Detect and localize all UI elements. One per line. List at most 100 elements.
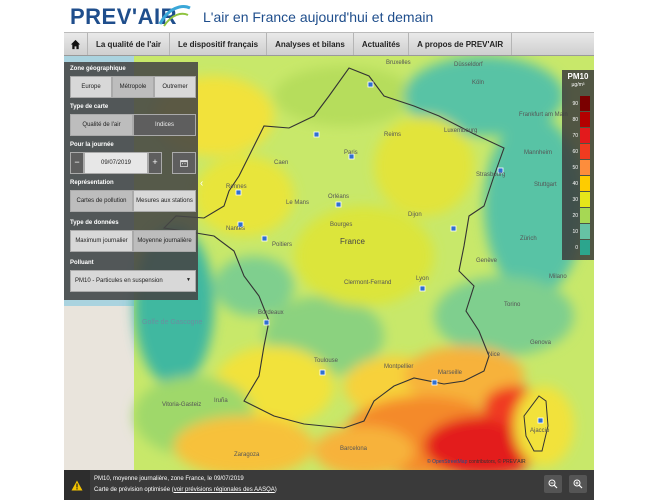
map-type-title: Type de carte <box>70 104 109 110</box>
legend-swatch <box>580 96 590 111</box>
chevron-down-icon: ▼ <box>186 277 191 284</box>
osm-link[interactable]: © OpenStreetMap <box>427 459 467 465</box>
pollutant-select[interactable]: PM10 - Particules en suspension ▼ <box>70 270 196 292</box>
legend-label: 40 <box>572 181 578 187</box>
legend-label: 0 <box>575 245 578 251</box>
legend-label: 60 <box>572 149 578 155</box>
zone-metropole-button[interactable]: Métropole <box>112 76 154 98</box>
nav-quality[interactable]: La qualité de l'air <box>88 33 171 55</box>
pollutant-title: Polluant <box>70 260 94 266</box>
map-label: Bourges <box>330 222 352 228</box>
logo-swoosh-icon <box>158 5 191 27</box>
zoom-out-icon <box>548 479 558 489</box>
map-label: Toulouse <box>314 358 339 364</box>
attribution-text: contributors, © PREV'AIR <box>467 459 526 465</box>
map-label: Poitiers <box>272 242 292 248</box>
info-bar: PM10, moyenne journalière, zone France, … <box>64 470 594 500</box>
control-panel: Zone géographique Europe Métropole Outre… <box>64 62 198 300</box>
data-type-mean-button[interactable]: Moyenne journalière <box>133 230 196 252</box>
map-label: Genova <box>530 340 552 346</box>
map-label: Rennes <box>226 184 247 190</box>
map-label: Bordeaux <box>258 310 284 316</box>
panel-collapse-button[interactable]: ‹ <box>200 178 203 189</box>
legend-swatch <box>580 160 590 175</box>
map-label: Strasbourg <box>476 172 505 178</box>
tagline: L'air en France aujourd'hui et demain <box>203 9 434 25</box>
map-label: Reims <box>384 132 401 138</box>
map-label: Lyon <box>416 276 429 282</box>
map-label: Montpellier <box>384 364 413 370</box>
main-nav: La qualité de l'air Le dispositif frança… <box>64 32 594 56</box>
map-attribution: © OpenStreetMap contributors, © PREV'AIR <box>427 459 526 465</box>
legend-swatch <box>580 240 590 255</box>
map-label: Nice <box>488 352 501 358</box>
zone-europe-button[interactable]: Europe <box>70 76 112 98</box>
map-type-indices-button[interactable]: Indices <box>133 114 196 136</box>
map-label: Marseille <box>438 370 463 376</box>
representation-maps-button[interactable]: Cartes de pollution <box>70 190 133 212</box>
warning-icon <box>71 480 83 490</box>
map-label: Paris <box>344 150 358 156</box>
header: PREV'AIR L'air en France aujourd'hui et … <box>0 0 666 32</box>
calendar-icon <box>180 160 188 167</box>
map-caption: PM10, moyenne journalière, zone France, … <box>94 476 244 482</box>
zoom-in-icon <box>573 479 583 489</box>
legend-label: 90 <box>572 101 578 107</box>
nav-actualites[interactable]: Actualités <box>354 33 410 55</box>
map-label: France <box>340 237 365 246</box>
calendar-button[interactable] <box>172 152 196 174</box>
nav-dispositif[interactable]: Le dispositif français <box>170 33 268 55</box>
map-label: Luxembourg <box>444 128 477 134</box>
zone-title: Zone géographique <box>70 66 126 72</box>
date-next-button[interactable]: + <box>148 152 162 174</box>
legend-label: 70 <box>572 133 578 139</box>
nav-home[interactable] <box>64 33 88 55</box>
legend-swatch <box>580 208 590 223</box>
map-label: Iruña <box>214 398 228 404</box>
map-label: Ajaccio <box>530 428 550 434</box>
map-label: Mannheim <box>524 150 552 156</box>
legend-label: 10 <box>572 229 578 235</box>
app: PREV'AIR L'air en France aujourd'hui et … <box>0 0 666 500</box>
nav-analyses[interactable]: Analyses et bilans <box>267 33 354 55</box>
subcaption-prefix: Carte de prévision optimisée ( <box>94 487 174 493</box>
map-label: Torino <box>504 302 521 308</box>
map-label: Golfe de Gascogne <box>142 319 202 326</box>
legend-swatch <box>580 192 590 207</box>
legend-swatch <box>580 176 590 191</box>
date-prev-button[interactable]: − <box>70 152 84 174</box>
legend: PM10 µg/m³ 90 80 70 60 50 40 30 20 10 0 <box>562 70 594 260</box>
map-type-quality-button[interactable]: Qualité de l'air <box>70 114 133 136</box>
map-label: Zürich <box>520 236 537 242</box>
zoom-out-button[interactable] <box>544 475 562 493</box>
warning-button[interactable] <box>64 470 90 500</box>
map-label: Milano <box>549 274 567 280</box>
map-label: Zaragoza <box>234 452 260 458</box>
home-icon <box>70 39 81 49</box>
map-label: Caen <box>274 160 288 166</box>
subcaption-suffix: ) <box>274 487 277 493</box>
map-label: Frankfurt am Main <box>519 112 568 118</box>
regional-forecast-link[interactable]: voir prévisions régionales des AASQA <box>174 487 275 493</box>
map-label: Köln <box>472 80 484 86</box>
legend-swatch <box>580 144 590 159</box>
legend-unit: µg/m³ <box>571 82 585 88</box>
nav-about[interactable]: A propos de PREV'AIR <box>409 33 513 55</box>
map-label: Clermont-Ferrand <box>344 280 391 286</box>
legend-label: 80 <box>572 117 578 123</box>
date-input[interactable]: 09/07/2019 <box>84 152 148 174</box>
representation-stations-button[interactable]: Mesures aux stations <box>133 190 196 212</box>
map-label: Le Mans <box>286 200 309 206</box>
legend-label: 30 <box>572 197 578 203</box>
legend-label: 50 <box>572 165 578 171</box>
map-label: Stuttgart <box>534 182 557 188</box>
zoom-in-button[interactable] <box>569 475 587 493</box>
data-type-title: Type de données <box>70 220 119 226</box>
day-title: Pour la journée <box>70 142 114 148</box>
representation-title: Représentation <box>70 180 114 186</box>
zone-outremer-button[interactable]: Outremer <box>154 76 196 98</box>
map-subcaption: Carte de prévision optimisée (voir prévi… <box>94 487 277 493</box>
legend-title: PM10 <box>567 72 589 81</box>
map-label: Düsseldorf <box>454 62 483 68</box>
data-type-max-button[interactable]: Maximum journalier <box>70 230 133 252</box>
